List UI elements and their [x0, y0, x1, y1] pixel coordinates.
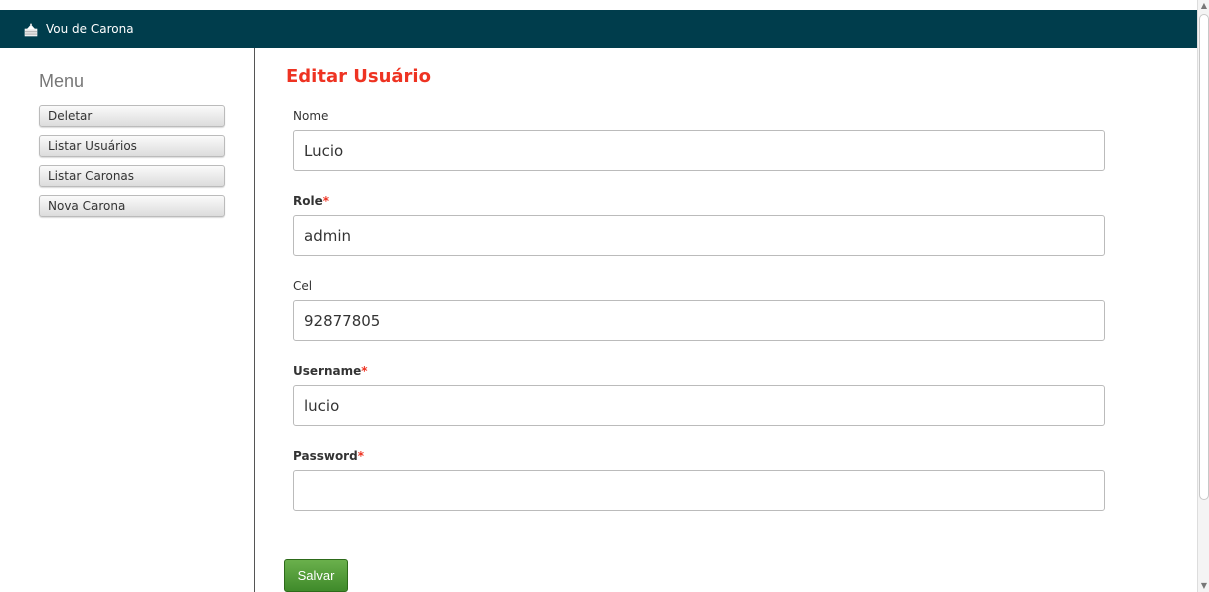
scroll-up-arrow-icon[interactable]: ▲	[1198, 0, 1209, 12]
role-label: Role*	[293, 194, 330, 208]
menu-item-deletar[interactable]: Deletar	[39, 105, 225, 127]
menu-item-listar-caronas[interactable]: Listar Caronas	[39, 165, 225, 187]
main-content: Editar Usuário Nome Role* Cel Username* …	[284, 48, 1106, 592]
username-label: Username*	[293, 364, 368, 378]
cake-icon	[24, 22, 38, 37]
menu-title: Menu	[39, 71, 85, 91]
scrollbar[interactable]: ▲ ▼	[1197, 0, 1209, 592]
nome-input[interactable]	[293, 130, 1105, 171]
menu-item-listar-usuarios[interactable]: Listar Usuários	[39, 135, 225, 157]
field-cel: Cel	[293, 279, 1105, 341]
password-label: Password*	[293, 449, 364, 463]
field-role: Role*	[293, 194, 1105, 256]
page-title: Editar Usuário	[286, 66, 431, 87]
top-strip	[0, 0, 1197, 10]
cel-input[interactable]	[293, 300, 1105, 341]
brand-link[interactable]: Vou de Carona	[46, 22, 134, 36]
required-mark: *	[322, 194, 330, 208]
role-input[interactable]	[293, 215, 1105, 256]
password-input[interactable]	[293, 470, 1105, 511]
scrollbar-thumb[interactable]	[1199, 14, 1209, 500]
page: Vou de Carona Menu Deletar Listar Usuári…	[0, 0, 1209, 592]
scroll-down-arrow-icon[interactable]: ▼	[1198, 580, 1209, 592]
nome-label: Nome	[293, 109, 329, 123]
navbar: Vou de Carona	[0, 10, 1197, 48]
username-input[interactable]	[293, 385, 1105, 426]
required-mark: *	[361, 364, 368, 378]
cel-label: Cel	[293, 279, 313, 293]
menu-list: Deletar Listar Usuários Listar Caronas N…	[39, 105, 225, 225]
required-mark: *	[357, 449, 364, 463]
field-username: Username*	[293, 364, 1105, 426]
sidebar: Menu Deletar Listar Usuários Listar Caro…	[0, 48, 255, 592]
field-nome: Nome	[293, 109, 1105, 171]
save-button[interactable]: Salvar	[284, 559, 348, 592]
field-password: Password*	[293, 449, 1105, 511]
menu-item-nova-carona[interactable]: Nova Carona	[39, 195, 225, 217]
